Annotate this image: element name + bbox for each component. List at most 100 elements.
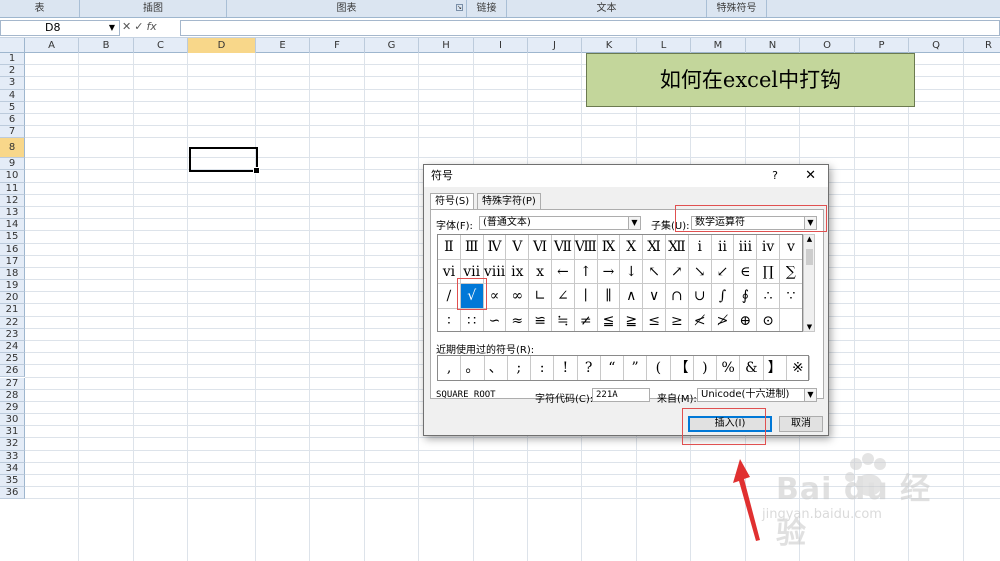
symbol-cell[interactable]: ∩ (666, 284, 689, 309)
symbol-cell[interactable]: ∵ (780, 284, 802, 309)
column-header-j[interactable]: J (528, 38, 582, 53)
column-header-d[interactable]: D (188, 38, 256, 53)
row-header-29[interactable]: 29 (0, 401, 25, 415)
row-header-22[interactable]: 22 (0, 316, 25, 329)
symbol-cell[interactable]: ↗ (666, 259, 689, 284)
symbol-cell[interactable]: ∟ (529, 284, 552, 309)
symbol-cell[interactable]: ≮ (689, 308, 712, 331)
symbol-cell[interactable]: ∝ (483, 284, 507, 309)
symbol-cell[interactable]: ∶ (438, 308, 461, 331)
row-header-36[interactable]: 36 (0, 487, 25, 500)
symbol-cell[interactable]: ∴ (757, 284, 780, 309)
symbol-cell[interactable]: ⅹ (529, 259, 552, 284)
row-header-24[interactable]: 24 (0, 340, 25, 354)
chevron-down-icon[interactable]: ▼ (804, 389, 816, 401)
symbol-cell[interactable]: Ⅹ (620, 235, 644, 260)
symbol-cell[interactable]: ∈ (734, 259, 758, 284)
symbol-cell[interactable]: Ⅱ (438, 235, 461, 260)
column-header-b[interactable]: B (79, 38, 134, 53)
recent-symbol-cell[interactable]: ) (694, 356, 717, 380)
check-icon[interactable]: ✓ (134, 20, 143, 33)
column-header-p[interactable]: P (855, 38, 909, 53)
column-header-a[interactable]: A (25, 38, 79, 53)
symbol-cell[interactable]: ∏ (757, 259, 780, 284)
formula-input[interactable] (180, 20, 1000, 36)
char-code-input[interactable]: 221A (592, 388, 650, 402)
row-header-25[interactable]: 25 (0, 353, 25, 366)
row-header-28[interactable]: 28 (0, 389, 25, 402)
column-header-m[interactable]: M (691, 38, 746, 53)
symbol-grid-scrollbar[interactable]: ▲ ▼ (803, 234, 815, 332)
help-icon[interactable]: ? (772, 165, 778, 187)
recent-symbols-row[interactable]: ,。、;:!? “”(【)% &】 ※ (437, 355, 810, 381)
symbol-cell[interactable]: ⅷ (483, 259, 507, 284)
recent-symbol-cell[interactable]: % (717, 356, 741, 380)
recent-symbol-cell[interactable]: ” (624, 356, 648, 380)
symbol-cell[interactable]: Ⅶ (552, 235, 575, 260)
row-header-2[interactable]: 2 (0, 65, 25, 78)
tab-symbols[interactable]: 符号(S) (430, 193, 475, 210)
name-box[interactable]: D8 ▼ (0, 20, 120, 36)
symbol-cell[interactable]: ↖ (643, 259, 666, 284)
scrollbar-thumb[interactable] (806, 249, 813, 265)
row-header-1[interactable]: 1 (0, 53, 25, 66)
symbol-cell[interactable]: Ⅵ (529, 235, 552, 260)
row-header-21[interactable]: 21 (0, 304, 25, 317)
row-header-5[interactable]: 5 (0, 101, 25, 114)
symbol-cell[interactable]: → (597, 259, 621, 284)
row-header-19[interactable]: 19 (0, 280, 25, 293)
symbol-cell[interactable]: ≠ (575, 308, 598, 331)
column-header-i[interactable]: I (474, 38, 528, 53)
row-header-7[interactable]: 7 (0, 126, 25, 139)
row-header-12[interactable]: 12 (0, 194, 25, 207)
chevron-down-icon[interactable]: ▼ (628, 217, 640, 229)
row-header-26[interactable]: 26 (0, 365, 25, 378)
column-header-g[interactable]: G (365, 38, 419, 53)
recent-symbol-cell[interactable]: , (438, 356, 462, 380)
recent-symbol-cell[interactable]: ( (647, 356, 671, 380)
column-header-n[interactable]: N (746, 38, 800, 53)
font-select[interactable]: (普通文本) ▼ (479, 216, 641, 230)
symbol-cell[interactable]: ∠ (552, 284, 575, 309)
row-header-15[interactable]: 15 (0, 231, 25, 244)
symbol-cell[interactable]: ≒ (552, 308, 575, 331)
symbol-cell[interactable]: Ⅸ (597, 235, 621, 260)
row-header-9[interactable]: 9 (0, 158, 25, 171)
column-header-r[interactable]: R (964, 38, 1000, 53)
symbol-cell[interactable]: ∑ (780, 259, 802, 284)
recent-symbol-cell[interactable]: ; (508, 356, 531, 380)
symbol-cell[interactable]: ∫ (711, 284, 735, 309)
fx-icon[interactable]: fx (146, 20, 156, 33)
row-header-17[interactable]: 17 (0, 255, 25, 268)
cancel-icon[interactable]: ✕ (122, 20, 131, 33)
symbol-cell[interactable]: ∮ (734, 284, 758, 309)
row-header-31[interactable]: 31 (0, 426, 25, 439)
close-icon[interactable]: ✕ (805, 165, 816, 187)
row-header-10[interactable]: 10 (0, 170, 25, 183)
row-header-6[interactable]: 6 (0, 113, 25, 127)
symbol-cell[interactable]: ∷ (461, 308, 484, 331)
column-header-c[interactable]: C (134, 38, 188, 53)
row-header-20[interactable]: 20 (0, 292, 25, 305)
column-header-f[interactable]: F (310, 38, 365, 53)
symbol-cell[interactable]: ≧ (620, 308, 644, 331)
row-header-13[interactable]: 13 (0, 206, 25, 220)
row-header-3[interactable]: 3 (0, 77, 25, 90)
dialog-title-bar[interactable]: 符号 ? ✕ (424, 165, 828, 187)
symbol-cell[interactable]: ↑ (574, 259, 598, 284)
symbol-cell[interactable]: ≯ (712, 308, 735, 331)
symbol-cell[interactable]: Ⅴ (506, 235, 530, 260)
symbol-cell[interactable]: ≈ (506, 308, 530, 331)
active-cell-d8[interactable] (189, 147, 260, 174)
row-header-16[interactable]: 16 (0, 243, 25, 256)
row-header-14[interactable]: 14 (0, 219, 25, 232)
column-header-l[interactable]: L (637, 38, 691, 53)
recent-symbol-cell[interactable]: 、 (485, 356, 508, 380)
select-all-corner[interactable] (0, 38, 25, 53)
row-header-18[interactable]: 18 (0, 267, 25, 281)
cancel-button[interactable]: 取消 (779, 416, 823, 432)
chevron-down-icon[interactable]: ▼ (109, 21, 115, 35)
scroll-up-icon[interactable]: ▲ (804, 235, 815, 243)
symbol-cell[interactable]: ∨ (643, 284, 666, 309)
recent-symbol-cell[interactable]: ? (578, 356, 601, 380)
